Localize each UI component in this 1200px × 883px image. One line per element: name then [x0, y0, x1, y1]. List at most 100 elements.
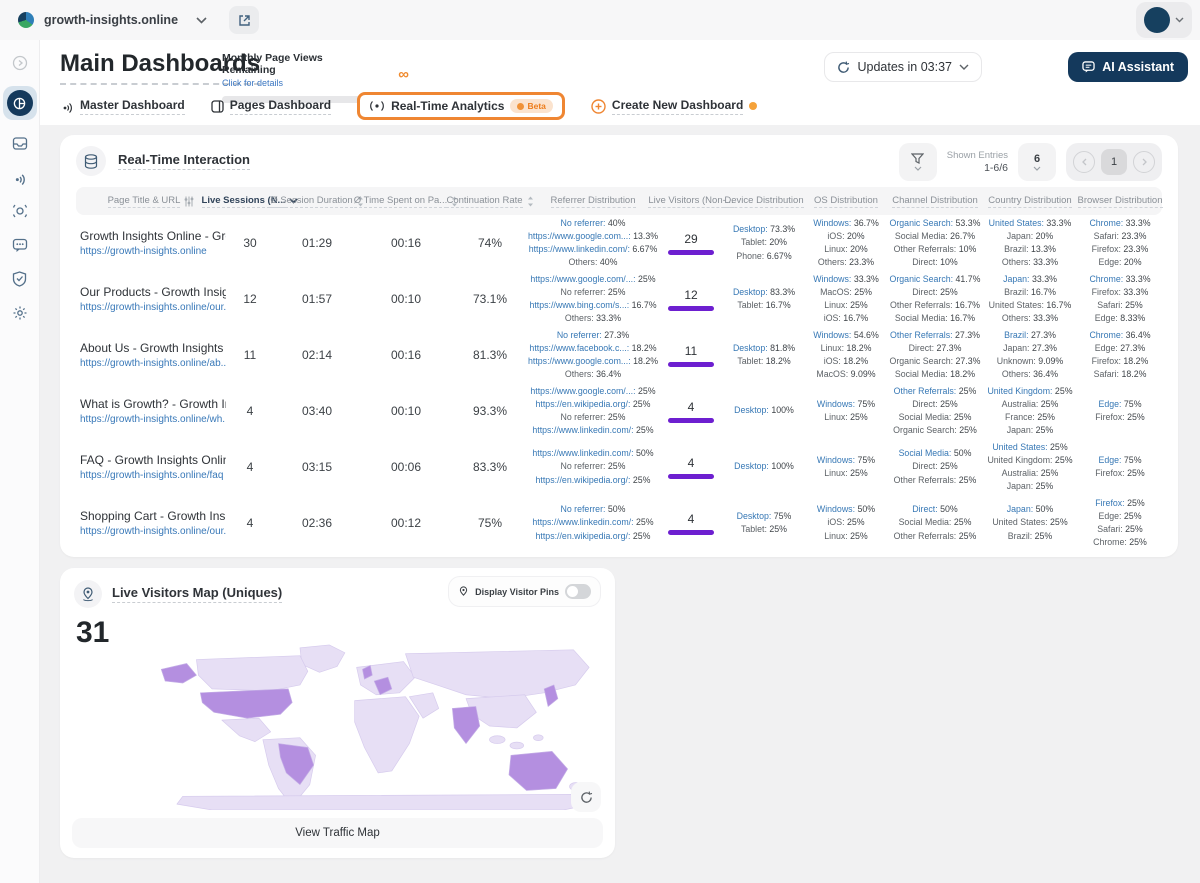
sidebar-item-audience[interactable]: [9, 200, 31, 222]
table-row[interactable]: About Us - Growth Insights Onli... https…: [76, 327, 1162, 383]
column-header[interactable]: Live Sessions (N...: [201, 195, 299, 208]
browser-distribution: Edge: 75% Firefox: 25%: [1095, 454, 1145, 478]
monthly-quota-details-link[interactable]: Click for details: [222, 78, 377, 88]
tab-create-new-dashboard[interactable]: Create New Dashboard: [591, 98, 758, 115]
arrow-left-icon: [1081, 158, 1086, 166]
sidebar-nav: [0, 40, 40, 883]
page-title-cell: Shopping Cart - Growth Insight...: [80, 509, 226, 523]
os-distribution: Windows: 33.3% MacOS: 25% Linux: 25% iOS: 1…: [813, 273, 879, 324]
filter-chevron-icon: [914, 166, 922, 171]
open-site-button[interactable]: [229, 6, 260, 34]
page-size-value: 6: [1033, 153, 1041, 165]
column-header: Browser Distribution: [1077, 194, 1163, 208]
visitor-pin-icon: [459, 585, 468, 596]
site-favicon: [18, 12, 34, 28]
tab-pages-dashboard[interactable]: Pages Dashboard: [211, 98, 332, 115]
os-distribution: Windows: 75% Linux: 25%: [816, 454, 876, 478]
refresh-icon: [580, 791, 592, 803]
live-visitors-bar: [668, 529, 714, 535]
sidebar-item-chat[interactable]: [9, 234, 31, 256]
device-distribution: Desktop: 81.8% Tablet: 18.2%: [732, 342, 796, 366]
live-visitors-bar: [668, 473, 714, 479]
live-sessions-value: 4: [246, 460, 254, 474]
sidebar-item-inbox[interactable]: [9, 132, 31, 154]
site-selector-chevron-icon[interactable]: [196, 16, 207, 24]
funnel-icon: [911, 153, 925, 164]
live-sessions-value: 12: [243, 292, 257, 306]
referrer-distribution: https://www.google.com/...: 25% https://e…: [530, 385, 656, 436]
database-icon: [84, 153, 98, 169]
column-header: Device Distribution: [724, 194, 804, 208]
table-row[interactable]: FAQ - Growth Insights Online https://gro…: [76, 439, 1162, 495]
next-page-button[interactable]: [1133, 151, 1155, 173]
live-visitors-bar: [668, 361, 714, 367]
arrow-right-icon: [1142, 158, 1147, 166]
map-refresh-button[interactable]: [571, 782, 601, 812]
updates-chevron-icon: [959, 64, 969, 70]
live-visitors-bar: [668, 249, 714, 255]
live-visitors-cell: 4: [658, 512, 724, 535]
page-url-link[interactable]: https://growth-insights.online: [80, 246, 226, 257]
sidebar-item-gear[interactable]: [9, 302, 31, 324]
column-header[interactable]: Continuation Rate: [446, 195, 533, 208]
tab-master-dashboard[interactable]: Master Dashboard: [60, 98, 185, 115]
live-visitors-value: 12: [684, 287, 698, 302]
live-visitors-cell: 11: [658, 344, 724, 367]
page-url-link[interactable]: https://growth-insights.online/wh...: [80, 414, 226, 425]
continuation-rate-value: 93.3%: [472, 404, 508, 418]
channel-distribution: Organic Search: 41.7% Direct: 25% Other Re…: [889, 273, 981, 324]
current-page[interactable]: 1: [1101, 149, 1127, 175]
device-distribution: Desktop: 83.3% Tablet: 16.7%: [732, 286, 796, 310]
time-on-page-value: 00:16: [390, 236, 422, 250]
column-header[interactable]: Ø Time Spent on Pa...: [353, 195, 458, 208]
live-visitors-value: 4: [687, 455, 695, 470]
table-row[interactable]: Shopping Cart - Growth Insight... https:…: [76, 495, 1162, 551]
country-distribution: United States: 25% United Kingdom: 25% Aus…: [987, 441, 1073, 492]
sidebar-item-dashboard[interactable]: [2, 86, 37, 120]
pages-layout-icon: [211, 99, 224, 113]
site-selector-label[interactable]: growth-insights.online: [44, 13, 178, 27]
session-duration-value: 03:40: [301, 404, 333, 418]
page-url-link[interactable]: https://growth-insights.online/our...: [80, 526, 226, 537]
column-filter-icon[interactable]: [184, 196, 194, 207]
display-visitor-pins-label: Display Visitor Pins: [475, 586, 559, 597]
visitor-pins-toggle[interactable]: [565, 584, 591, 599]
column-header[interactable]: Ø Session Duration: [270, 195, 363, 208]
continuation-rate-value: 75%: [477, 516, 503, 530]
live-visitors-bar: [668, 305, 714, 311]
live-visitors-value: 4: [687, 511, 695, 526]
refresh-icon: [838, 61, 850, 73]
table-row[interactable]: What is Growth? - Growth Insig... https:…: [76, 383, 1162, 439]
ai-assistant-button[interactable]: AI Assistant: [1068, 52, 1188, 82]
page-url-link[interactable]: https://growth-insights.online/ab...: [80, 358, 226, 369]
table-column-headers: Page Title & URL Live Sessions (N... Ø Ses…: [76, 187, 1163, 215]
table-row[interactable]: Our Products - Growth Insights ... https…: [76, 271, 1162, 327]
referrer-distribution: No referrer: 40% https://www.google.com..…: [528, 217, 659, 268]
table-row[interactable]: Growth Insights Online - Growt... https:…: [76, 215, 1162, 271]
country-distribution: Japan: 50% United States: 25% Brazil: 25%: [992, 504, 1068, 541]
map-pin-icon: [83, 586, 93, 601]
tab-label: Master Dashboard: [80, 98, 185, 115]
time-on-page-value: 00:16: [390, 348, 422, 362]
prev-page-button[interactable]: [1073, 151, 1095, 173]
page-url-link[interactable]: https://growth-insights.online/faq: [80, 470, 226, 481]
tab-real-time-analytics[interactable]: Real-Time Analytics Beta: [357, 92, 565, 120]
updates-countdown-button[interactable]: Updates in 03:37: [824, 52, 982, 82]
display-visitor-pins-control[interactable]: Display Visitor Pins: [448, 576, 601, 607]
country-distribution: United Kingdom: 25% Australia: 25% France:…: [987, 385, 1073, 436]
shown-entries: Shown Entries 1-6/6: [947, 150, 1008, 174]
time-on-page-value: 00:06: [390, 460, 422, 474]
live-sessions-value: 11: [243, 348, 257, 362]
page-url-link[interactable]: https://growth-insights.online/our...: [80, 302, 226, 313]
browser-distribution: Firefox: 25% Edge: 25% Safari: 25% Chrome: …: [1093, 497, 1147, 548]
page-size-select[interactable]: 6: [1018, 143, 1056, 181]
session-duration-value: 01:29: [301, 236, 333, 250]
sidebar-item-signal[interactable]: [9, 166, 31, 188]
page-size-chevron-icon: [1033, 166, 1041, 171]
table-filter-button[interactable]: [898, 143, 937, 181]
sidebar-item-collapse[interactable]: [9, 52, 31, 74]
account-menu[interactable]: [1136, 2, 1192, 38]
view-traffic-map-button[interactable]: View Traffic Map: [72, 818, 603, 848]
sidebar-item-shield[interactable]: [9, 268, 31, 290]
browser-distribution: Chrome: 33.3% Firefox: 33.3% Safari: 25% Ed…: [1089, 273, 1151, 324]
